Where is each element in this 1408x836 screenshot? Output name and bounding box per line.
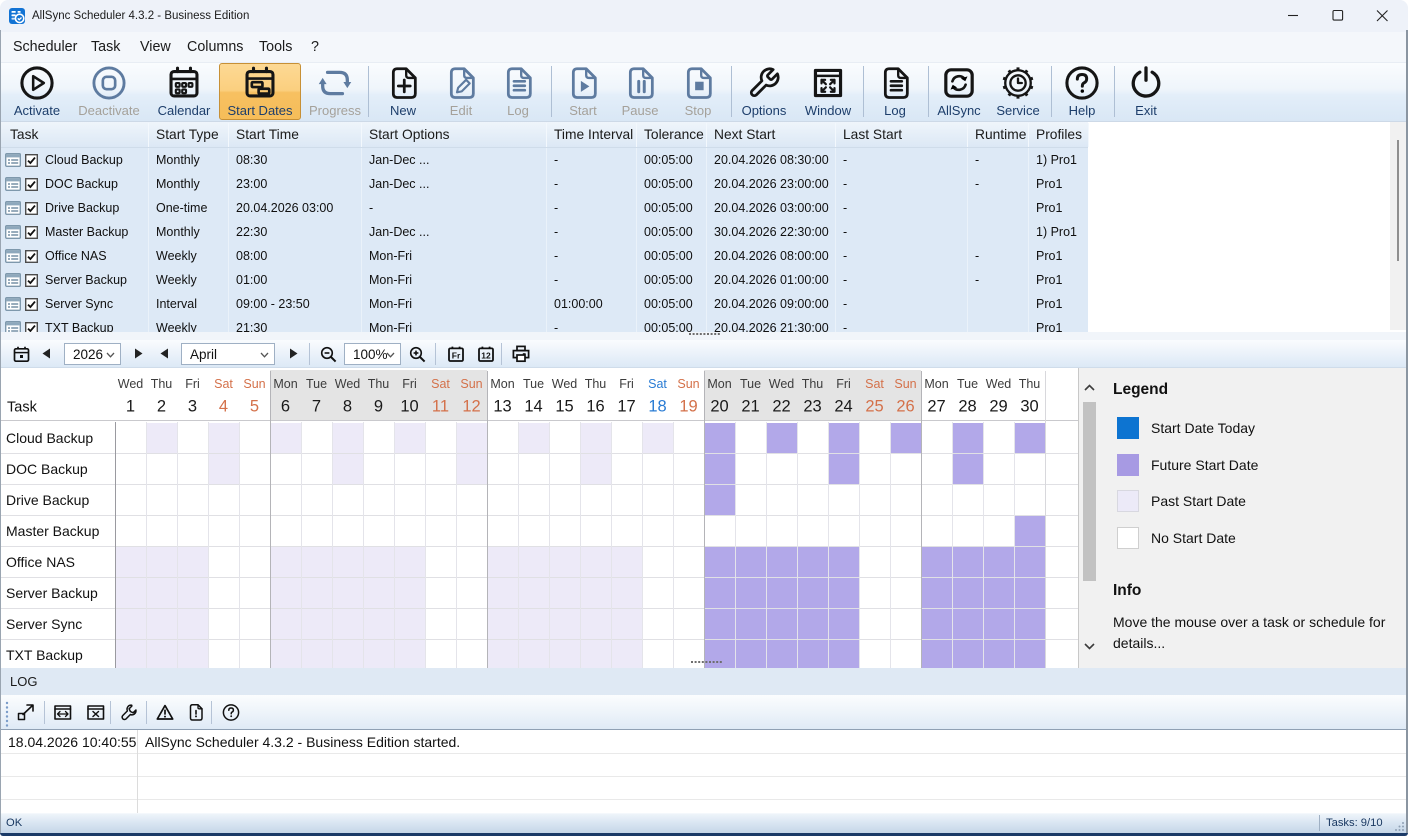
svg-text:Tue: Tue <box>306 377 327 391</box>
svg-text:Fri: Fri <box>836 377 851 391</box>
svg-text:22: 22 <box>772 398 790 416</box>
svg-text:18: 18 <box>648 398 666 416</box>
svg-text:14: 14 <box>524 398 542 416</box>
svg-text:Tue: Tue <box>957 377 978 391</box>
svg-text:Wed: Wed <box>118 377 144 391</box>
svg-text:DOC Backup: DOC Backup <box>6 461 88 477</box>
svg-text:Server Backup: Server Backup <box>6 585 98 601</box>
svg-text:Sun: Sun <box>243 377 265 391</box>
svg-text:28: 28 <box>958 398 976 416</box>
svg-text:Fri: Fri <box>619 377 634 391</box>
svg-text:Wed: Wed <box>769 377 795 391</box>
svg-text:Task: Task <box>7 400 38 416</box>
svg-text:Mon: Mon <box>273 377 297 391</box>
svg-text:Sat: Sat <box>865 377 884 391</box>
svg-text:26: 26 <box>896 398 914 416</box>
svg-text:7: 7 <box>312 398 321 416</box>
svg-text:13: 13 <box>493 398 511 416</box>
svg-text:Thu: Thu <box>802 377 824 391</box>
svg-text:Tue: Tue <box>740 377 761 391</box>
svg-text:Mon: Mon <box>924 377 948 391</box>
svg-text:2: 2 <box>157 398 166 416</box>
svg-text:Thu: Thu <box>1019 377 1041 391</box>
svg-text:12: 12 <box>462 398 480 416</box>
svg-text:Thu: Thu <box>151 377 173 391</box>
svg-text:10: 10 <box>400 398 418 416</box>
svg-text:30: 30 <box>1020 398 1038 416</box>
svg-text:Server Sync: Server Sync <box>6 616 82 632</box>
svg-text:21: 21 <box>741 398 759 416</box>
svg-text:TXT Backup: TXT Backup <box>6 647 83 663</box>
svg-text:Mon: Mon <box>707 377 731 391</box>
svg-text:Wed: Wed <box>335 377 361 391</box>
svg-text:29: 29 <box>989 398 1007 416</box>
svg-text:1: 1 <box>126 398 135 416</box>
svg-text:27: 27 <box>927 398 945 416</box>
svg-text:12: 12 <box>481 350 491 360</box>
svg-text:Drive Backup: Drive Backup <box>6 492 89 508</box>
svg-text:Office NAS: Office NAS <box>6 554 75 570</box>
svg-text:Sat: Sat <box>648 377 667 391</box>
svg-text:Thu: Thu <box>368 377 390 391</box>
svg-text:17: 17 <box>617 398 635 416</box>
svg-text:9: 9 <box>374 398 383 416</box>
svg-text:Thu: Thu <box>585 377 607 391</box>
svg-text:Sat: Sat <box>214 377 233 391</box>
svg-text:Fri: Fri <box>402 377 417 391</box>
svg-text:5: 5 <box>250 398 259 416</box>
svg-text:6: 6 <box>281 398 290 416</box>
svg-text:Fri: Fri <box>185 377 200 391</box>
svg-text:Fr: Fr <box>452 350 461 360</box>
svg-text:20: 20 <box>710 398 728 416</box>
svg-text:Sun: Sun <box>677 377 699 391</box>
svg-text:25: 25 <box>865 398 883 416</box>
svg-text:15: 15 <box>555 398 573 416</box>
svg-text:Sun: Sun <box>460 377 482 391</box>
svg-text:Cloud Backup: Cloud Backup <box>6 430 93 446</box>
svg-text:Master Backup: Master Backup <box>6 523 100 539</box>
svg-text:Wed: Wed <box>986 377 1012 391</box>
svg-text:Sat: Sat <box>431 377 450 391</box>
svg-text:Sun: Sun <box>894 377 916 391</box>
svg-text:8: 8 <box>343 398 352 416</box>
svg-text:4: 4 <box>219 398 228 416</box>
svg-text:11: 11 <box>432 398 449 416</box>
svg-text:3: 3 <box>188 398 197 416</box>
svg-text:16: 16 <box>586 398 604 416</box>
svg-text:19: 19 <box>679 398 697 416</box>
svg-text:24: 24 <box>834 398 852 416</box>
svg-text:Mon: Mon <box>490 377 514 391</box>
svg-text:23: 23 <box>803 398 821 416</box>
svg-text:Tue: Tue <box>523 377 544 391</box>
svg-text:Wed: Wed <box>552 377 578 391</box>
